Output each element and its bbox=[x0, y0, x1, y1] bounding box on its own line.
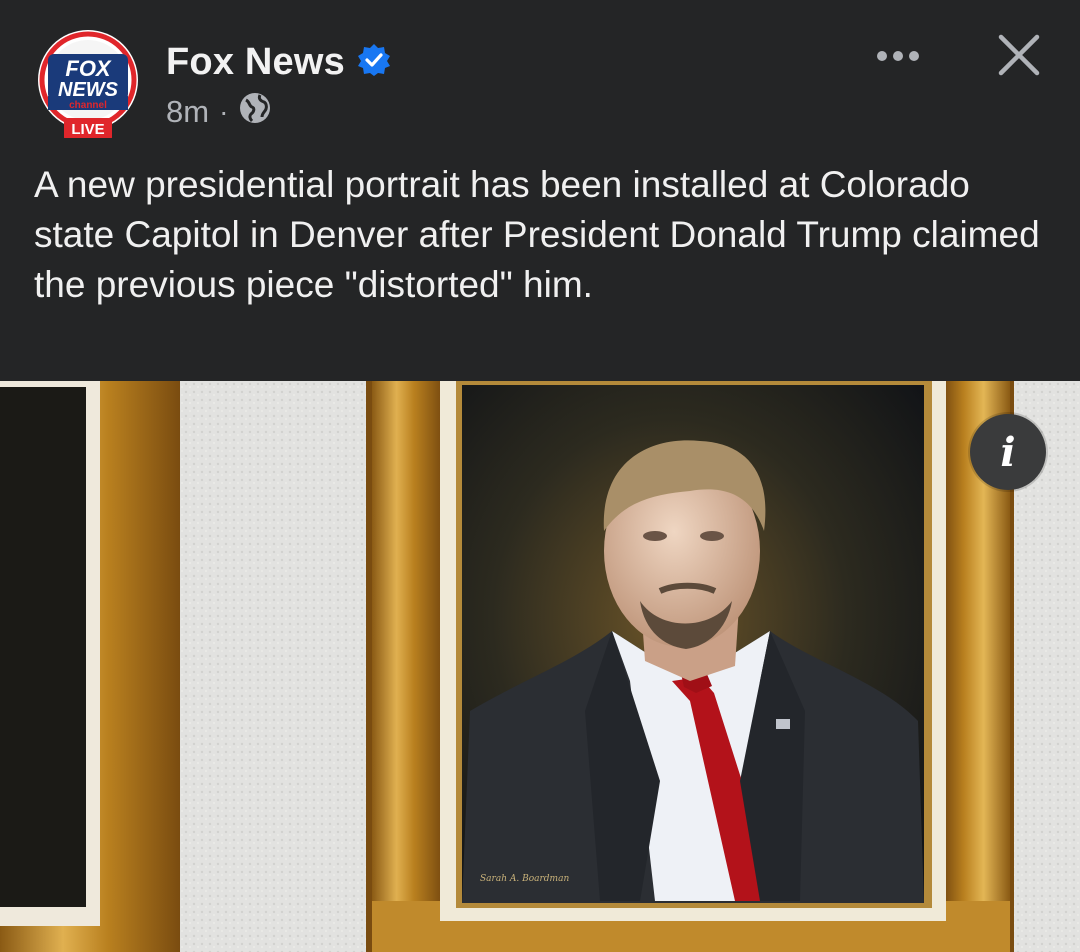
info-icon: i bbox=[1000, 428, 1016, 476]
post-meta: 8m · bbox=[166, 92, 272, 132]
avatar-logo-channel: channel bbox=[69, 100, 107, 111]
more-options-icon bbox=[874, 49, 922, 67]
avatar-logo-news: NEWS bbox=[58, 79, 119, 101]
portrait-signature: Sarah A. Boardman bbox=[480, 874, 569, 884]
avatar-logo-fox: FOX bbox=[65, 56, 112, 81]
globe-icon bbox=[238, 91, 272, 133]
post-caption: A new presidential portrait has been ins… bbox=[34, 164, 1040, 305]
post-photo[interactable]: Sarah A. Boardman bbox=[0, 381, 1080, 952]
more-options-button[interactable] bbox=[870, 40, 926, 76]
live-badge: LIVE bbox=[71, 121, 104, 138]
close-button[interactable] bbox=[994, 32, 1044, 82]
post-header: FOX NEWS channel LIVE Fox News 8m · bbox=[0, 0, 1080, 150]
meta-separator: · bbox=[219, 96, 229, 127]
close-icon bbox=[997, 33, 1041, 82]
post-timestamp[interactable]: 8m bbox=[166, 94, 209, 130]
info-button[interactable]: i bbox=[970, 414, 1046, 490]
page-avatar[interactable]: FOX NEWS channel LIVE bbox=[34, 30, 142, 138]
page-name[interactable]: Fox News bbox=[166, 41, 345, 84]
verified-badge-icon bbox=[357, 43, 391, 82]
page-name-row: Fox News bbox=[166, 40, 391, 84]
